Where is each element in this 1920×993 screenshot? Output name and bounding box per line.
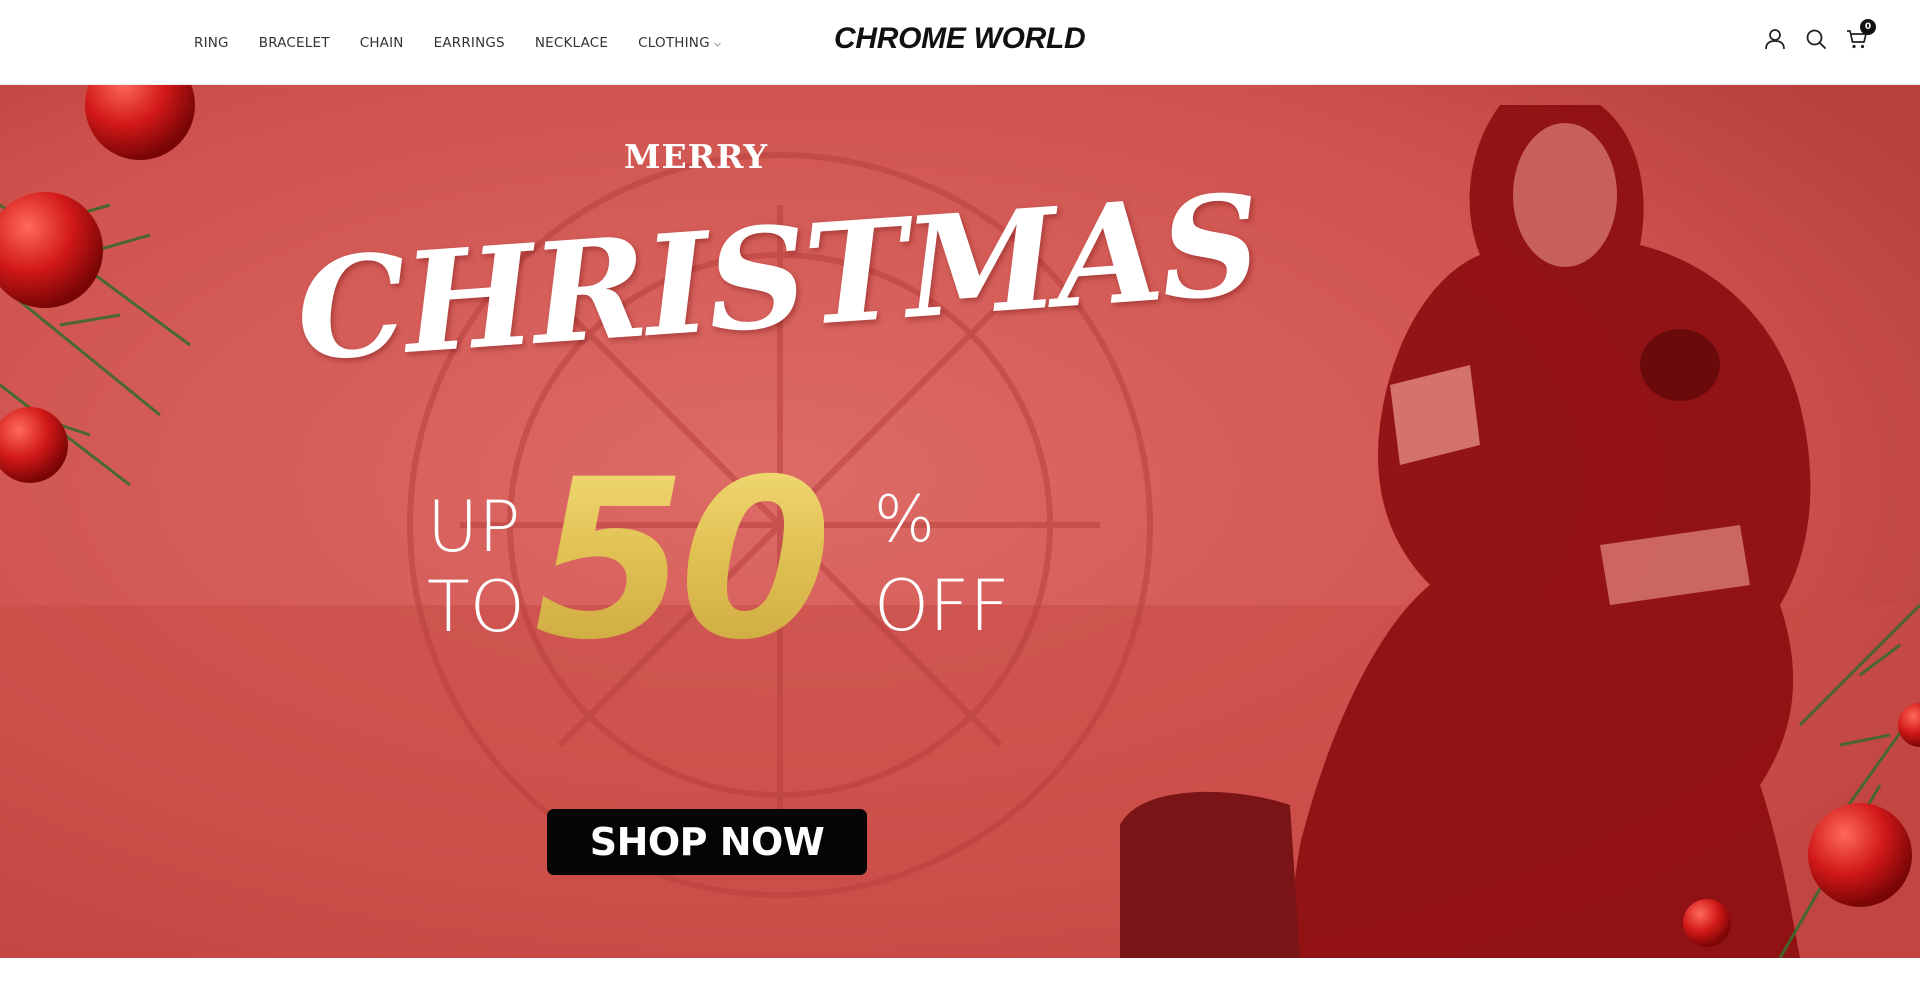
page-content-below — [0, 958, 1920, 993]
nav-item-ring[interactable]: RING — [194, 35, 229, 51]
site-header: RING BRACELET CHAIN EARRINGS NECKLACE CL… — [0, 0, 1920, 85]
nav-item-chain[interactable]: CHAIN — [360, 35, 404, 51]
discount-prefix: UP TO — [427, 487, 525, 647]
discount-percent: % — [874, 483, 935, 557]
chevron-down-icon — [713, 35, 721, 51]
cart-count-badge: 0 — [1860, 19, 1876, 35]
discount-prefix-line1: UP — [427, 486, 521, 568]
nav-item-necklace[interactable]: NECKLACE — [535, 35, 608, 51]
main-nav: RING BRACELET CHAIN EARRINGS NECKLACE CL… — [194, 0, 751, 85]
site-logo[interactable]: CHROME WORLD — [834, 22, 1086, 56]
account-icon[interactable] — [1764, 28, 1786, 50]
nav-item-clothing[interactable]: CLOTHING — [638, 35, 721, 51]
nav-item-bracelet[interactable]: BRACELET — [259, 35, 330, 51]
discount-suffix: OFF — [874, 565, 1010, 647]
header-actions: 0 — [1764, 19, 1876, 50]
shop-now-button[interactable]: SHOP NOW — [547, 809, 867, 875]
cart-icon[interactable]: 0 — [1846, 19, 1876, 50]
discount-prefix-line2: TO — [427, 566, 525, 648]
nav-item-earrings[interactable]: EARRINGS — [434, 35, 505, 51]
banner-eyebrow: MERRY — [623, 137, 769, 176]
nav-item-clothing-label: CLOTHING — [638, 34, 710, 51]
search-icon[interactable] — [1805, 28, 1827, 50]
discount-value: 50 — [534, 432, 832, 688]
christmas-sale-banner[interactable]: MERRY CHRISTMAS UP TO 50 % OFF SHOP NOW — [0, 85, 1920, 958]
